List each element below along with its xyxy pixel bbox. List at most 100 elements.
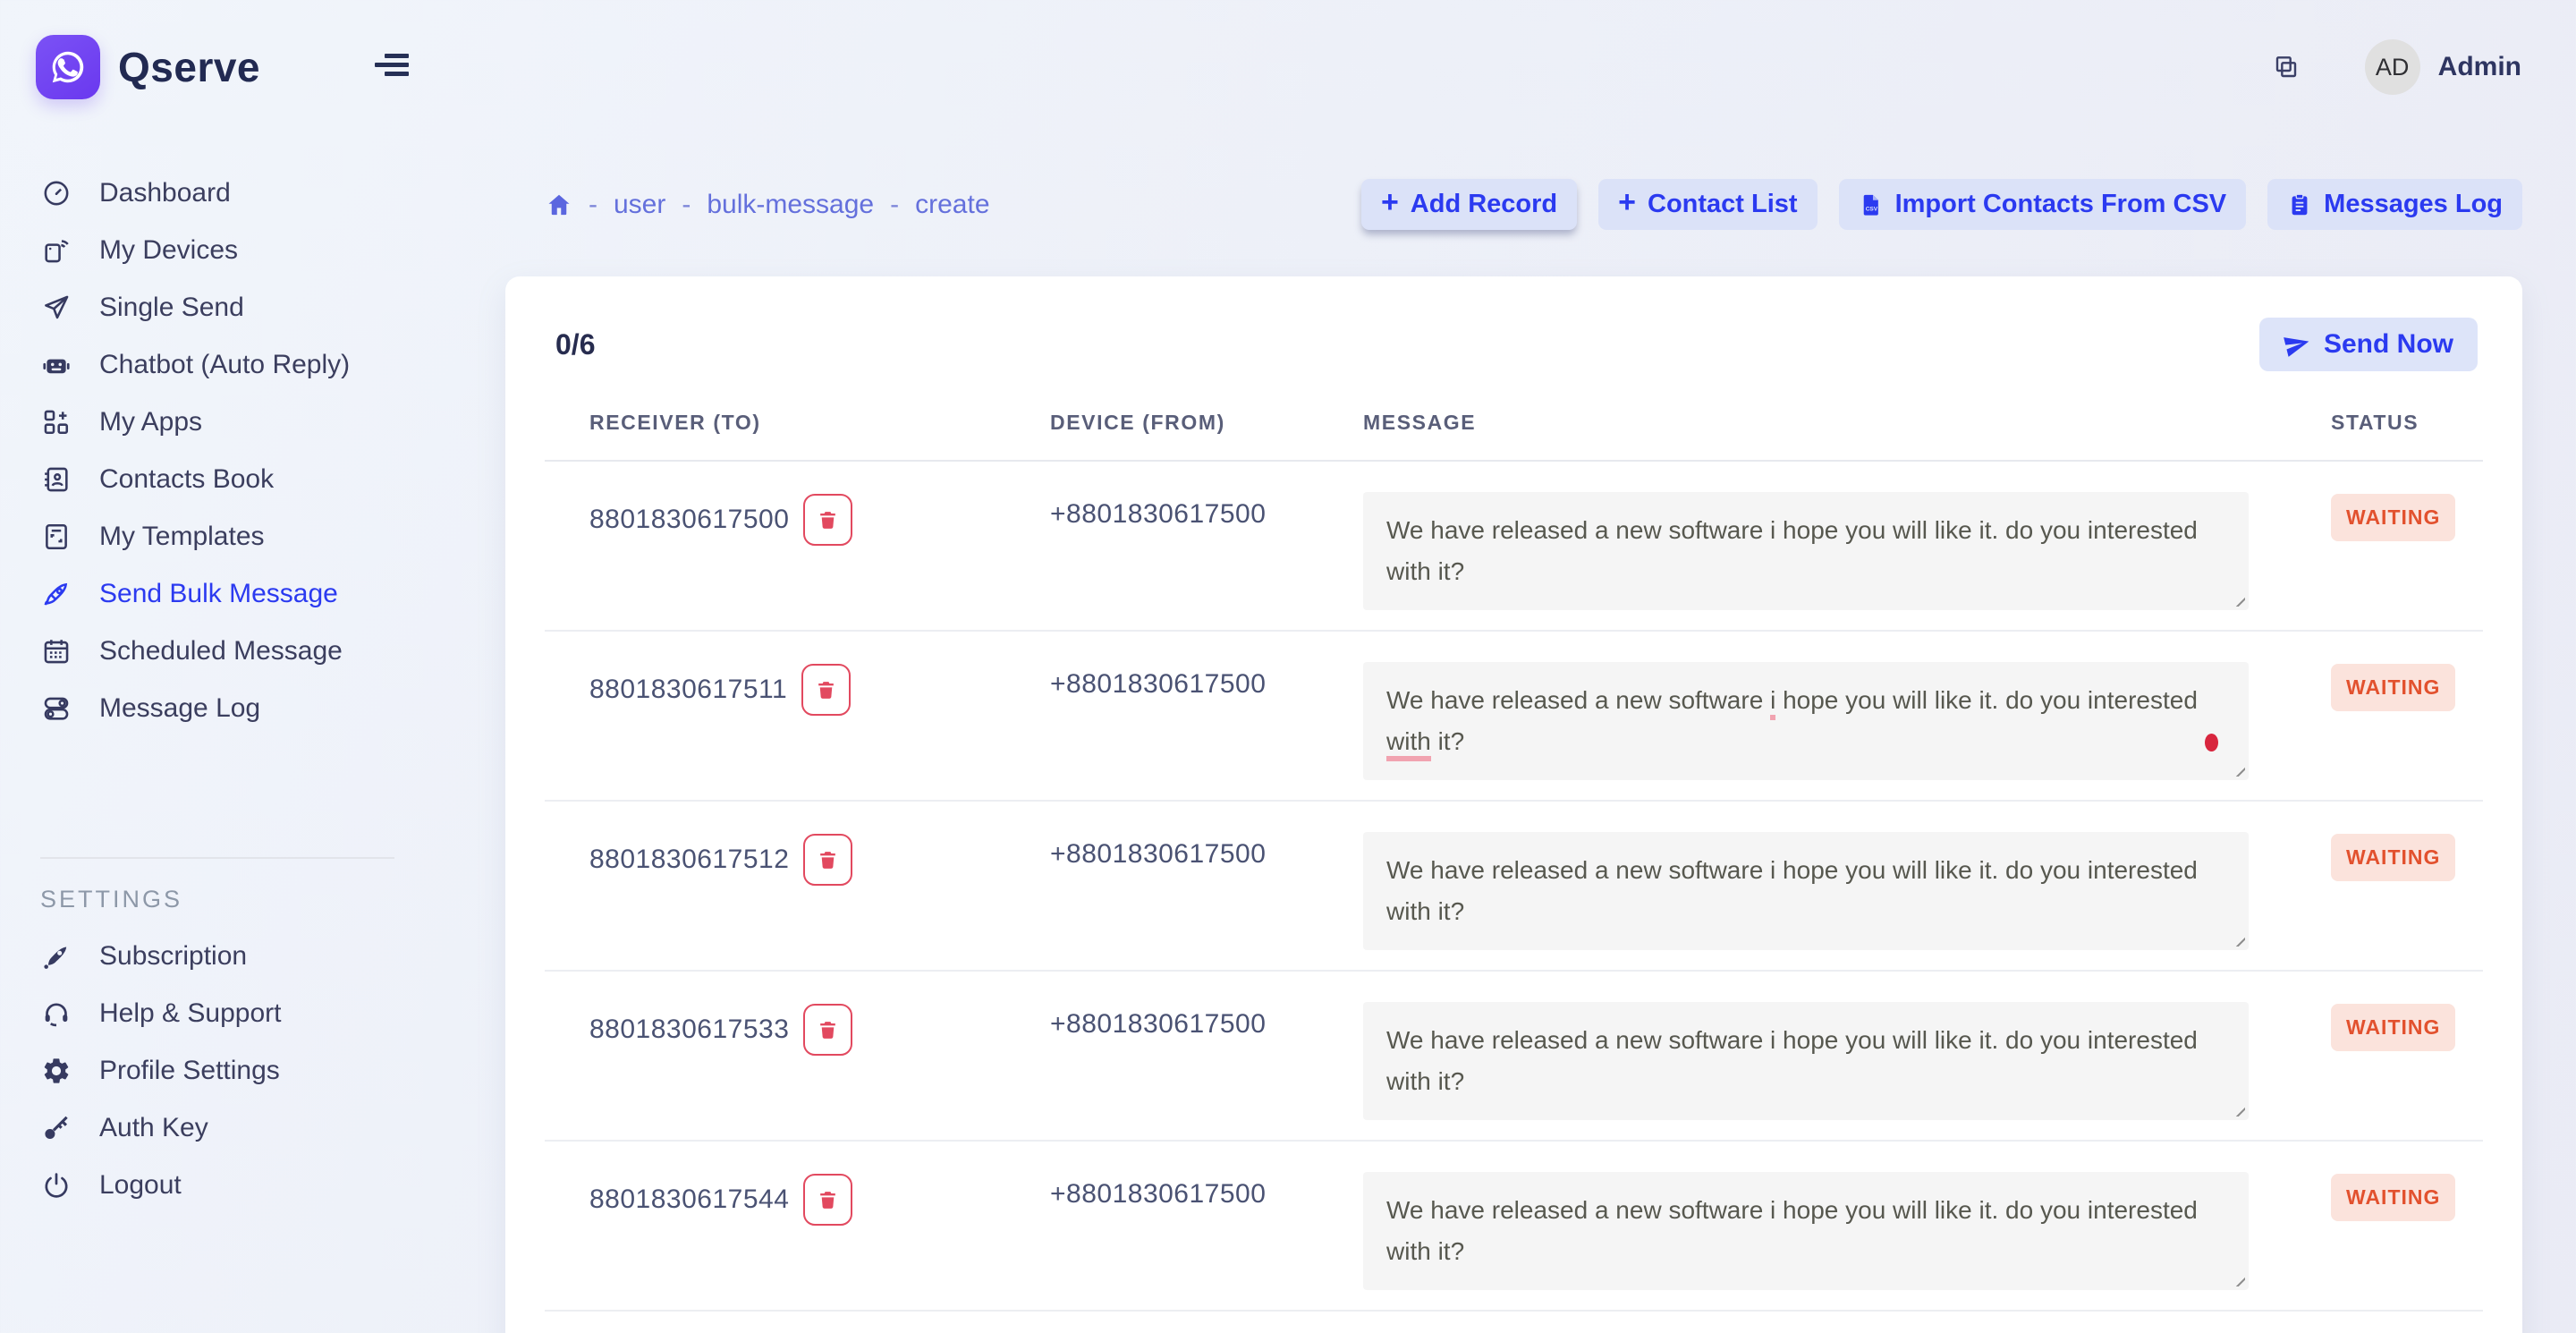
settings-nav: Subscription Help & Support Profile Sett… xyxy=(40,928,465,1214)
delete-row-button[interactable] xyxy=(801,664,851,716)
overlap-squares-icon[interactable] xyxy=(2272,53,2301,81)
sidebar-item-label: Contacts Book xyxy=(99,464,274,495)
send-now-button[interactable]: Send Now xyxy=(2259,318,2478,371)
sidebar-item-label: Scheduled Message xyxy=(99,636,343,666)
sidebar-item-single-send[interactable]: Single Send xyxy=(40,279,465,336)
delete-row-button[interactable] xyxy=(803,1174,852,1226)
sidebar-item-contacts-book[interactable]: Contacts Book xyxy=(40,451,465,508)
message-text: We have released a new software i hope y… xyxy=(1386,686,2198,761)
avatar[interactable]: AD xyxy=(2365,39,2420,95)
breadcrumb: - user - bulk-message - create xyxy=(546,190,990,220)
table-row: 8801830617500 +8801830617500 We have rel… xyxy=(545,462,2483,632)
status-badge: WAITING xyxy=(2331,664,2455,711)
sidebar-item-chatbot[interactable]: Chatbot (Auto Reply) xyxy=(40,336,465,394)
sidebar-item-help-support[interactable]: Help & Support xyxy=(40,985,465,1042)
template-file-icon xyxy=(40,522,72,552)
table-row: 8801830617511 +8801830617500 We have rel… xyxy=(545,632,2483,802)
sidebar-item-auth-key[interactable]: Auth Key xyxy=(40,1100,465,1157)
home-icon[interactable] xyxy=(546,191,572,218)
rocket-filled-icon xyxy=(40,941,72,972)
plus-icon xyxy=(1381,190,1399,219)
sidebar-item-message-log[interactable]: Message Log xyxy=(40,680,465,737)
sidebar-item-label: Profile Settings xyxy=(99,1056,280,1086)
sidebar-item-label: Auth Key xyxy=(99,1113,208,1143)
device-signal-icon xyxy=(40,235,72,266)
contact-list-button[interactable]: Contact List xyxy=(1598,179,1817,230)
grammar-dot xyxy=(2205,734,2218,751)
receiver-number: 8801830617511 xyxy=(589,675,787,705)
delete-row-button[interactable] xyxy=(803,834,852,886)
resize-handle-icon[interactable] xyxy=(2232,933,2245,947)
button-label: Contact List xyxy=(1648,190,1798,219)
message-textarea[interactable]: We have released a new software i hope y… xyxy=(1363,832,2249,950)
power-icon xyxy=(40,1170,72,1201)
sidebar-item-profile-settings[interactable]: Profile Settings xyxy=(40,1042,465,1100)
sidebar-item-my-apps[interactable]: My Apps xyxy=(40,394,465,451)
sidebar-item-label: Single Send xyxy=(99,293,244,323)
resize-handle-icon[interactable] xyxy=(2232,1273,2245,1286)
card-header: 0/6 Send Now xyxy=(545,276,2483,371)
table-row: 8801830617512 +8801830617500 We have rel… xyxy=(545,802,2483,972)
apps-grid-plus-icon xyxy=(40,407,72,437)
robot-icon xyxy=(40,350,72,380)
message-text: We have released a new software i hope y… xyxy=(1386,1026,2198,1095)
receiver-number: 8801830617533 xyxy=(589,1015,789,1045)
sidebar-item-my-templates[interactable]: My Templates xyxy=(40,508,465,565)
trash-icon xyxy=(817,509,839,531)
add-record-button[interactable]: Add Record xyxy=(1361,179,1577,230)
paper-plane-filled-icon xyxy=(2284,331,2310,358)
table-row: 8801830617533 +8801830617500 We have rel… xyxy=(545,972,2483,1142)
sidebar-item-logout[interactable]: Logout xyxy=(40,1157,465,1214)
breadcrumb-separator: - xyxy=(890,190,899,220)
paper-plane-icon xyxy=(40,293,72,323)
sidebar-item-my-devices[interactable]: My Devices xyxy=(40,222,465,279)
breadcrumb-item-user[interactable]: user xyxy=(614,190,665,220)
resize-handle-icon[interactable] xyxy=(2232,593,2245,607)
table-header-row: RECEIVER (TO) DEVICE (FROM) MESSAGE STAT… xyxy=(545,411,2483,462)
delete-row-button[interactable] xyxy=(803,494,852,546)
trash-icon xyxy=(817,849,839,871)
device-number: +8801830617500 xyxy=(1050,802,1363,970)
device-number: +8801830617500 xyxy=(1050,972,1363,1140)
sidebar-toggle-button[interactable] xyxy=(373,52,409,82)
breadcrumb-separator: - xyxy=(682,190,691,220)
sidebar-item-label: Dashboard xyxy=(99,178,231,208)
gauge-icon xyxy=(40,178,72,208)
brand-logo[interactable]: Qserve xyxy=(36,35,260,99)
message-textarea[interactable]: We have released a new software i hope y… xyxy=(1363,492,2249,610)
message-textarea[interactable]: We have released a new software i hope y… xyxy=(1363,1002,2249,1120)
trash-icon xyxy=(815,679,837,701)
import-contacts-csv-button[interactable]: CSV Import Contacts From CSV xyxy=(1839,179,2247,230)
breadcrumb-item-create[interactable]: create xyxy=(915,190,989,220)
selected-counter: 0/6 xyxy=(555,328,595,361)
button-label: Add Record xyxy=(1411,190,1557,219)
app-header: Qserve AD Admin xyxy=(0,0,2576,134)
action-buttons: Add Record Contact List CSV Import Conta… xyxy=(1361,179,2522,230)
sidebar-item-send-bulk-message[interactable]: Send Bulk Message xyxy=(40,565,465,623)
resize-handle-icon[interactable] xyxy=(2232,763,2245,777)
sidebar-divider xyxy=(40,857,394,859)
sidebar-item-scheduled-message[interactable]: Scheduled Message xyxy=(40,623,465,680)
calendar-icon xyxy=(40,636,72,666)
header-right: AD Admin xyxy=(2272,39,2521,95)
sidebar-item-label: My Templates xyxy=(99,522,265,552)
key-icon xyxy=(40,1113,72,1143)
address-book-icon xyxy=(40,464,72,495)
sidebar-item-label: Logout xyxy=(99,1170,182,1201)
trash-icon xyxy=(817,1019,839,1041)
topbar: - user - bulk-message - create Add Recor… xyxy=(505,134,2576,230)
message-textarea[interactable]: We have released a new software i hope y… xyxy=(1363,662,2249,780)
message-text: We have released a new software i hope y… xyxy=(1386,856,2198,925)
plus-icon xyxy=(1618,190,1636,219)
column-header-status: STATUS xyxy=(2331,411,2483,435)
delete-row-button[interactable] xyxy=(803,1004,852,1056)
breadcrumb-item-bulk-message[interactable]: bulk-message xyxy=(707,190,874,220)
messages-log-button[interactable]: Messages Log xyxy=(2267,179,2522,230)
sidebar-item-label: Send Bulk Message xyxy=(99,579,338,609)
message-textarea[interactable]: We have released a new software i hope y… xyxy=(1363,1172,2249,1290)
sidebar-item-subscription[interactable]: Subscription xyxy=(40,928,465,985)
status-badge: WAITING xyxy=(2331,1174,2455,1221)
sidebar-item-dashboard[interactable]: Dashboard xyxy=(40,165,465,222)
resize-handle-icon[interactable] xyxy=(2232,1103,2245,1116)
column-header-device: DEVICE (FROM) xyxy=(1050,411,1363,435)
